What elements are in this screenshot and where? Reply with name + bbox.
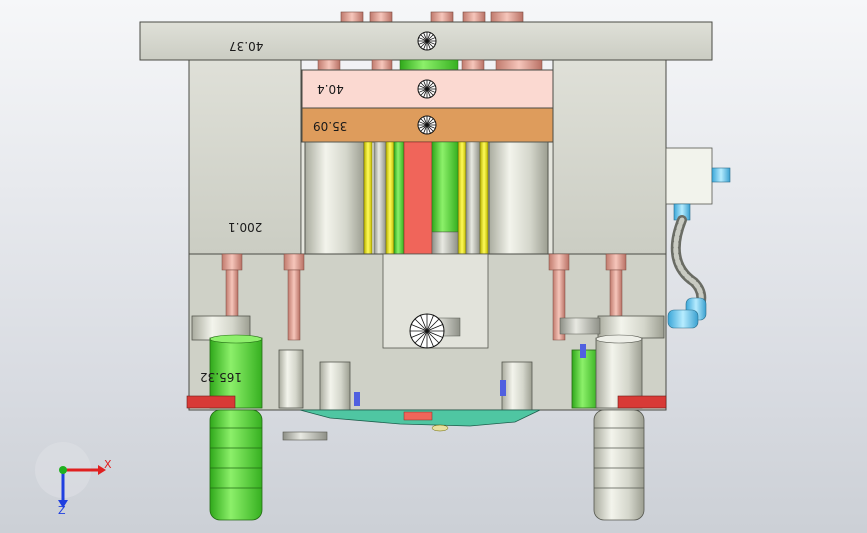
mold-assembly-model[interactable]	[0, 0, 867, 533]
axis-z-label: Z	[58, 504, 66, 517]
center-mark-icon	[417, 31, 437, 51]
dimension-label-lower-block: 165.32	[200, 370, 242, 384]
lower-cylinder-left[interactable]	[209, 409, 263, 521]
axis-x-label: X	[104, 458, 112, 471]
axis-triad-icon	[35, 442, 106, 508]
valve-block[interactable]	[665, 147, 713, 205]
sprue-left-green	[393, 141, 405, 255]
dimension-label-side-block: 200.1	[228, 220, 263, 234]
rest-pad-right	[617, 395, 667, 409]
center-mark-icon	[417, 115, 437, 135]
center-mark-icon	[409, 313, 445, 349]
elbow-fitting[interactable]	[667, 297, 707, 329]
sprue-right-green	[431, 141, 459, 233]
sprue-runner[interactable]	[403, 141, 433, 255]
dimension-label-b-plate: 35.09	[313, 119, 348, 133]
center-mark-icon	[417, 79, 437, 99]
right-side-block[interactable]	[552, 59, 667, 255]
dimension-label-top-plate: 40.37	[229, 39, 264, 53]
cad-viewport[interactable]: 40.37 40.4 35.09 200.1 165.32 X Z	[0, 0, 867, 533]
lower-cylinder-right[interactable]	[593, 409, 645, 521]
rest-pad-left	[186, 395, 236, 409]
dimension-label-a-plate: 40.4	[317, 82, 344, 96]
